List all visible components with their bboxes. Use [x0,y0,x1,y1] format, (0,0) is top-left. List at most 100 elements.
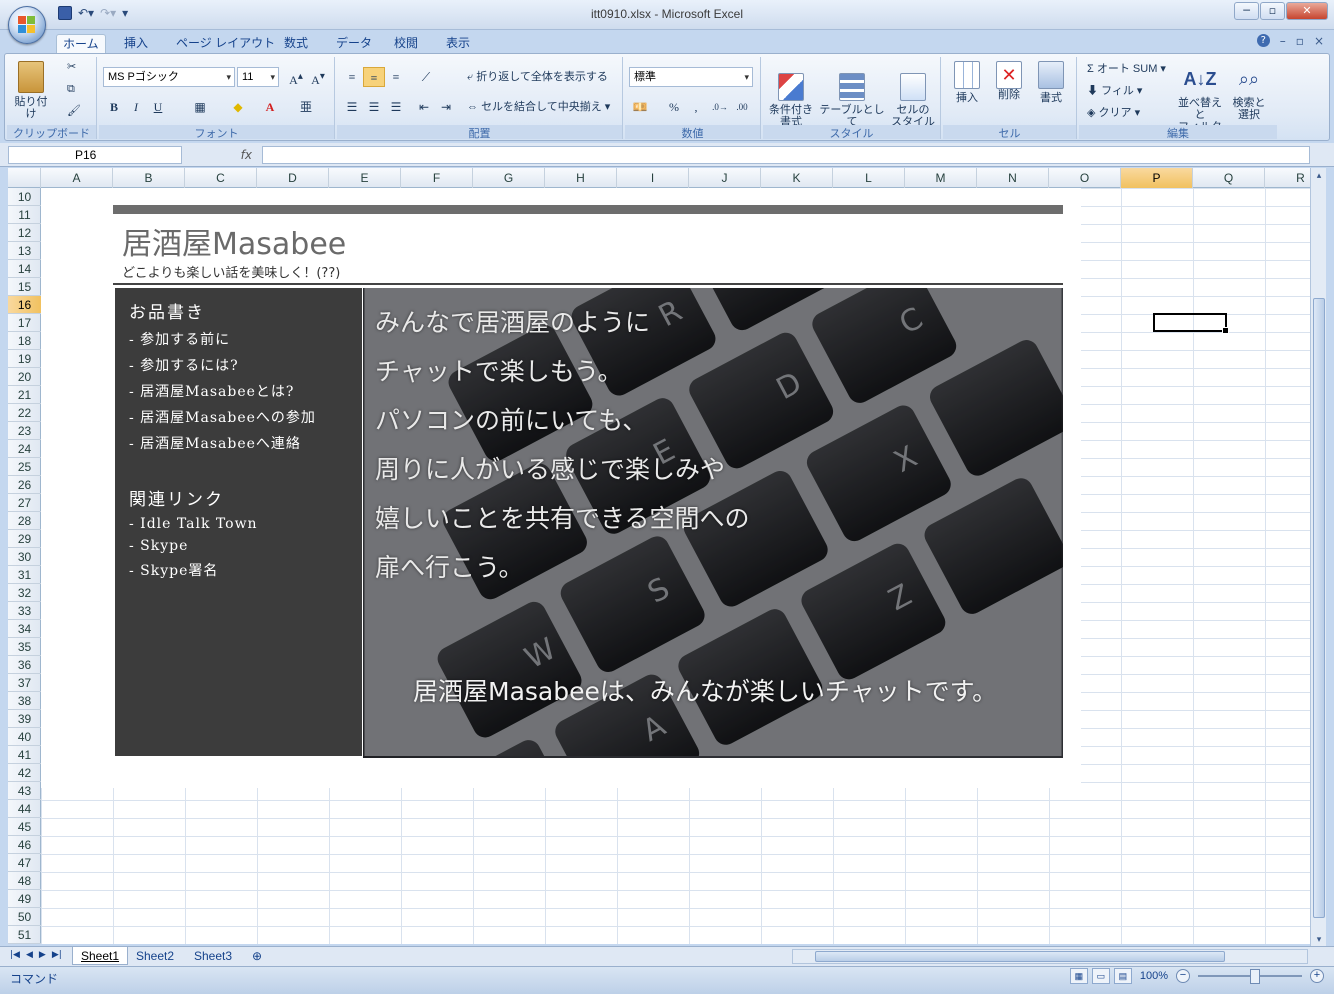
align-bottom-icon[interactable]: ≡ [385,67,407,87]
delete-cells-button[interactable]: ✕ 削除 [989,61,1029,101]
align-left-icon[interactable]: ☰ [341,97,363,117]
vertical-scroll-thumb[interactable] [1313,298,1325,918]
scroll-up-icon[interactable]: ▴ [1311,168,1327,184]
font-name-select[interactable]: MS Pゴシック [103,67,235,87]
row-header[interactable]: 41 [8,746,41,764]
clear-button[interactable]: ◈ クリア ▾ [1087,107,1140,119]
tab-data[interactable]: データ [330,34,378,54]
row-header[interactable]: 18 [8,332,41,350]
column-header[interactable]: A [41,168,113,188]
row-header[interactable]: 22 [8,404,41,422]
prev-sheet-icon[interactable]: ◀ [26,950,33,960]
normal-view-icon[interactable]: ▦ [1069,968,1088,984]
column-header[interactable]: R [1265,168,1310,188]
column-header[interactable]: O [1049,168,1121,188]
close-button[interactable]: ✕ [1286,2,1328,20]
comma-button[interactable]: , [685,97,707,117]
border-icon[interactable]: ▦ [189,97,211,117]
decrease-decimal-icon[interactable]: .00 [731,97,753,117]
find-select-button[interactable]: ⌕⌕ 検索と 選択 [1227,61,1271,133]
phonetic-icon[interactable]: 亜 [295,97,317,117]
row-header[interactable]: 11 [8,206,41,224]
tab-review[interactable]: 校閲 [388,34,424,54]
row-header[interactable]: 31 [8,566,41,584]
shrink-font-icon[interactable]: A▾ [307,67,329,87]
horizontal-scrollbar[interactable] [792,949,1308,964]
align-top-icon[interactable]: ≡ [341,67,363,87]
row-header[interactable]: 43 [8,782,41,800]
row-header[interactable]: 42 [8,764,41,782]
row-header[interactable]: 39 [8,710,41,728]
number-format-select[interactable]: 標準 [629,67,753,87]
last-sheet-icon[interactable]: ▶| [52,950,62,960]
tab-page-layout[interactable]: ページ レイアウト [170,34,281,54]
row-header[interactable]: 27 [8,494,41,512]
row-header[interactable]: 10 [8,188,41,206]
align-middle-icon[interactable]: ≡ [363,67,385,87]
row-header[interactable]: 20 [8,368,41,386]
column-header[interactable]: J [689,168,761,188]
insert-function-button[interactable]: fx [186,146,260,164]
tab-formulas[interactable]: 数式 [278,34,314,54]
align-right-icon[interactable]: ☰ [385,97,407,117]
row-header[interactable]: 48 [8,872,41,890]
sheet-tab-sheet3[interactable]: Sheet3 [186,947,240,965]
row-header[interactable]: 38 [8,692,41,710]
row-header[interactable]: 28 [8,512,41,530]
italic-button[interactable]: I [125,97,147,117]
help-icon[interactable]: ? [1256,34,1270,47]
format-painter-icon[interactable]: 🖌 [67,105,81,117]
grow-font-icon[interactable]: A▴ [285,67,307,87]
page-break-view-icon[interactable]: ▤ [1113,968,1132,984]
increase-decimal-icon[interactable]: .0→ [709,97,731,117]
row-header[interactable]: 50 [8,908,41,926]
ribbon-minimize-icon[interactable]: – [1280,34,1286,48]
column-header[interactable]: B [113,168,185,188]
restore-button[interactable]: ▫ [1260,2,1285,20]
name-box[interactable]: P16 [8,146,182,164]
row-header[interactable]: 51 [8,926,41,944]
row-header-selected[interactable]: 16 [8,296,41,314]
row-header[interactable]: 46 [8,836,41,854]
column-header[interactable]: Q [1193,168,1265,188]
horizontal-scroll-thumb[interactable] [815,951,1225,962]
align-center-icon[interactable]: ☰ [363,97,385,117]
sheet-tab-sheet2[interactable]: Sheet2 [128,947,182,965]
row-header[interactable]: 45 [8,818,41,836]
row-header[interactable]: 30 [8,548,41,566]
insert-sheet-icon[interactable]: ⊕ [244,947,270,965]
office-button[interactable] [8,6,46,44]
first-sheet-icon[interactable]: |◀ [10,950,20,960]
column-header[interactable]: D [257,168,329,188]
zoom-in-icon[interactable]: + [1310,969,1324,983]
column-header[interactable]: I [617,168,689,188]
column-header[interactable]: C [185,168,257,188]
format-cells-button[interactable]: 書式 [1031,61,1071,104]
column-header[interactable]: F [401,168,473,188]
tab-view[interactable]: 表示 [440,34,476,54]
column-header-selected[interactable]: P [1121,168,1193,188]
font-size-select[interactable]: 11 [237,67,279,87]
tab-insert[interactable]: 挿入 [118,34,154,54]
cell-area[interactable]: 居酒屋Masabee どこよりも楽しい話を美味しく！(??) お品書き - 参加… [41,188,1310,944]
column-header[interactable]: L [833,168,905,188]
merge-center-button[interactable]: ⇔ セルを結合して中央揃え ▾ [467,101,610,113]
column-header[interactable]: E [329,168,401,188]
column-header[interactable]: M [905,168,977,188]
zoom-level[interactable]: 100% [1140,970,1168,982]
fill-color-icon[interactable]: ◆ [227,97,249,117]
decrease-indent-icon[interactable]: ⇤ [413,97,435,117]
row-header[interactable]: 25 [8,458,41,476]
row-header[interactable]: 29 [8,530,41,548]
column-header[interactable]: N [977,168,1049,188]
row-header[interactable]: 15 [8,278,41,296]
row-header[interactable]: 19 [8,350,41,368]
row-header[interactable]: 36 [8,656,41,674]
sheet-tab-sheet1[interactable]: Sheet1 [72,947,129,965]
active-cell[interactable] [1153,313,1229,334]
cut-icon[interactable]: ✂ [67,61,76,73]
row-header[interactable]: 12 [8,224,41,242]
vertical-scrollbar[interactable]: ▴ ▾ [1310,168,1326,948]
select-all-corner[interactable] [8,168,41,188]
row-header[interactable]: 21 [8,386,41,404]
